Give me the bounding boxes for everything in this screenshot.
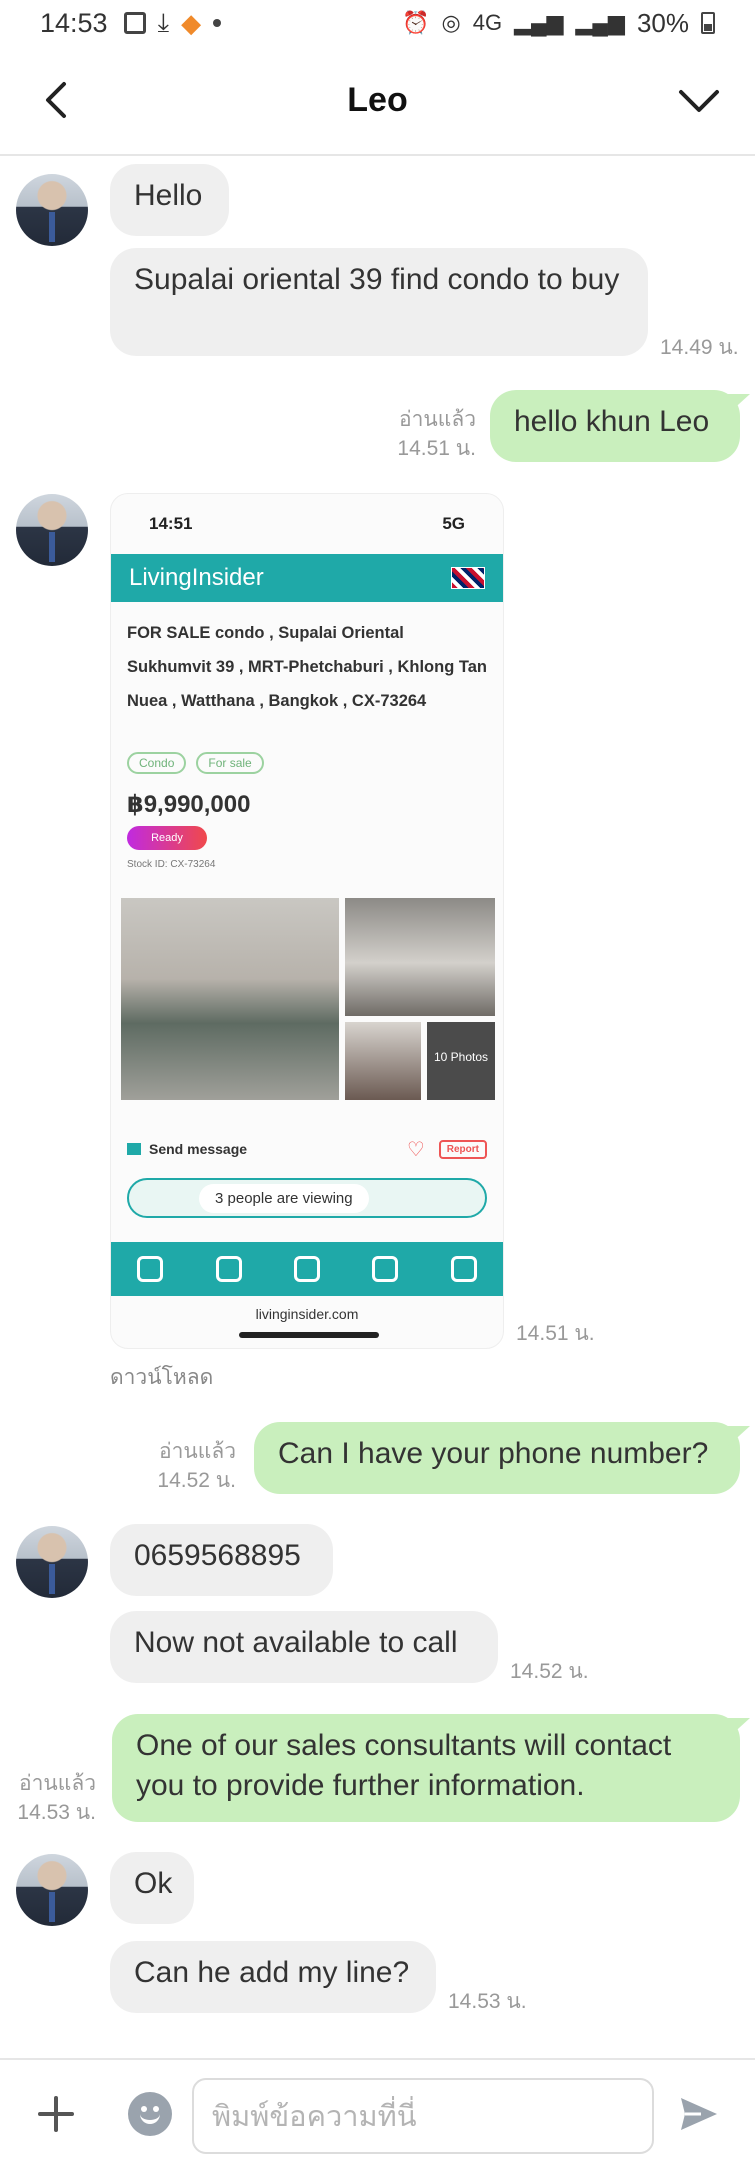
message-time: 14.53 น. bbox=[17, 1801, 96, 1824]
image-message[interactable]: 14:51 5G LivingInsider FOR SALE condo , … bbox=[110, 493, 504, 1349]
network-type: 4G bbox=[472, 10, 503, 35]
chat-header: Leo bbox=[0, 46, 755, 156]
message-input-bar bbox=[0, 2058, 755, 2169]
image-bottom-nav bbox=[111, 1242, 503, 1296]
message-bubble[interactable]: Now not available to call bbox=[110, 1611, 498, 1683]
heart-icon: ♡ bbox=[406, 1138, 425, 1161]
more-photos: 10 Photos bbox=[427, 1022, 495, 1100]
listing-photo bbox=[121, 898, 339, 1100]
chevron-down-icon[interactable] bbox=[677, 80, 721, 120]
message-bubble[interactable]: Can he add my line? bbox=[110, 1941, 436, 2013]
message-bubble[interactable]: Supalai oriental 39 find condo to buy bbox=[110, 248, 648, 356]
viewing-bar: 3 people are viewing bbox=[127, 1178, 487, 1218]
emoji-icon[interactable] bbox=[128, 2092, 172, 2136]
image-status-bar: 14:51 5G bbox=[111, 494, 503, 554]
message-bubble[interactable]: 0659568895 bbox=[110, 1524, 333, 1596]
listing-title: FOR SALE condo , Supalai Oriental Sukhum… bbox=[127, 624, 487, 710]
avatar[interactable] bbox=[16, 494, 88, 566]
listing-tag: Condo bbox=[127, 752, 187, 774]
chat-messages[interactable]: Hello Supalai oriental 39 find condo to … bbox=[0, 158, 755, 2058]
listing-tags: Condo For sale bbox=[127, 752, 264, 774]
brand-logo: LivingInsider bbox=[129, 564, 264, 591]
hotspot-icon: ◎ bbox=[441, 10, 461, 35]
home-indicator bbox=[239, 1332, 379, 1338]
listing-tag: For sale bbox=[196, 752, 264, 774]
battery-icon bbox=[701, 12, 715, 34]
nav-icon bbox=[137, 1256, 164, 1282]
listing-photos: 10 Photos bbox=[121, 898, 495, 1100]
nav-icon bbox=[450, 1256, 477, 1282]
message-bubble-outgoing[interactable]: hello khun Leo bbox=[490, 390, 740, 462]
avatar[interactable] bbox=[16, 1854, 88, 1926]
signal-2-icon: ▂▄▆ bbox=[575, 10, 625, 35]
back-button[interactable] bbox=[38, 80, 78, 120]
read-receipt: อ่านแล้ว bbox=[19, 1772, 96, 1795]
image-status-network: 5G bbox=[442, 514, 465, 533]
app-notification-icon: ◆ bbox=[181, 7, 202, 38]
nav-icon bbox=[215, 1256, 242, 1282]
send-message-label: Send message bbox=[149, 1141, 248, 1157]
listing-photo bbox=[345, 1022, 421, 1100]
gallery-icon bbox=[123, 12, 146, 34]
message-time: 14.52 น. bbox=[510, 1660, 589, 1683]
flag-icon bbox=[451, 567, 485, 589]
image-brand-bar: LivingInsider bbox=[111, 554, 503, 602]
image-url: livinginsider.com bbox=[255, 1306, 359, 1322]
viewing-count: 3 people are viewing bbox=[199, 1183, 369, 1213]
alarm-icon: ⏰ bbox=[402, 10, 430, 35]
message-time: 14.49 น. bbox=[660, 336, 739, 359]
send-icon[interactable] bbox=[677, 2092, 721, 2136]
battery-level: 30% bbox=[636, 7, 689, 38]
download-icon: ⤓ bbox=[157, 7, 170, 37]
report-label: Report bbox=[438, 1139, 487, 1159]
message-time: 14.53 น. bbox=[448, 1990, 527, 2013]
status-bar: 14:53 ⤓ ◆ ⏰ ◎ 4G ▂▄▆ ▂▄▆ 30% bbox=[0, 0, 755, 46]
message-bubble-outgoing[interactable]: One of our sales consultants will contac… bbox=[112, 1714, 740, 1822]
listing-price: ฿9,990,000 bbox=[127, 791, 251, 818]
plus-icon[interactable] bbox=[36, 2094, 76, 2134]
message-bubble-outgoing[interactable]: Can I have your phone number? bbox=[254, 1422, 740, 1494]
signal-icon: ▂▄▆ bbox=[514, 10, 564, 35]
image-status-time: 14:51 bbox=[149, 514, 193, 533]
listing-actions: Send message ♡ Report bbox=[127, 1134, 487, 1164]
message-icon bbox=[127, 1143, 141, 1155]
stock-id: Stock ID: CX-73264 bbox=[127, 859, 216, 870]
chat-title: Leo bbox=[347, 80, 408, 119]
status-time: 14:53 bbox=[40, 7, 108, 38]
message-time: 14.51 น. bbox=[516, 1322, 595, 1345]
nav-icon bbox=[293, 1256, 320, 1282]
message-bubble[interactable]: Hello bbox=[110, 164, 229, 236]
avatar[interactable] bbox=[16, 174, 88, 246]
listing-photo bbox=[345, 898, 495, 1016]
avatar[interactable] bbox=[16, 1526, 88, 1598]
more-notifications-icon bbox=[213, 19, 222, 27]
message-bubble[interactable]: Ok bbox=[110, 1852, 194, 1924]
read-receipt: อ่านแล้ว bbox=[399, 408, 476, 431]
message-time: 14.51 น. bbox=[397, 437, 476, 460]
download-link[interactable]: ดาวน์โหลด bbox=[110, 1364, 213, 1392]
message-time: 14.52 น. bbox=[157, 1469, 236, 1492]
ready-badge: Ready bbox=[127, 826, 207, 850]
read-receipt: อ่านแล้ว bbox=[159, 1440, 236, 1463]
message-input[interactable] bbox=[192, 2078, 654, 2154]
nav-icon bbox=[372, 1256, 399, 1282]
